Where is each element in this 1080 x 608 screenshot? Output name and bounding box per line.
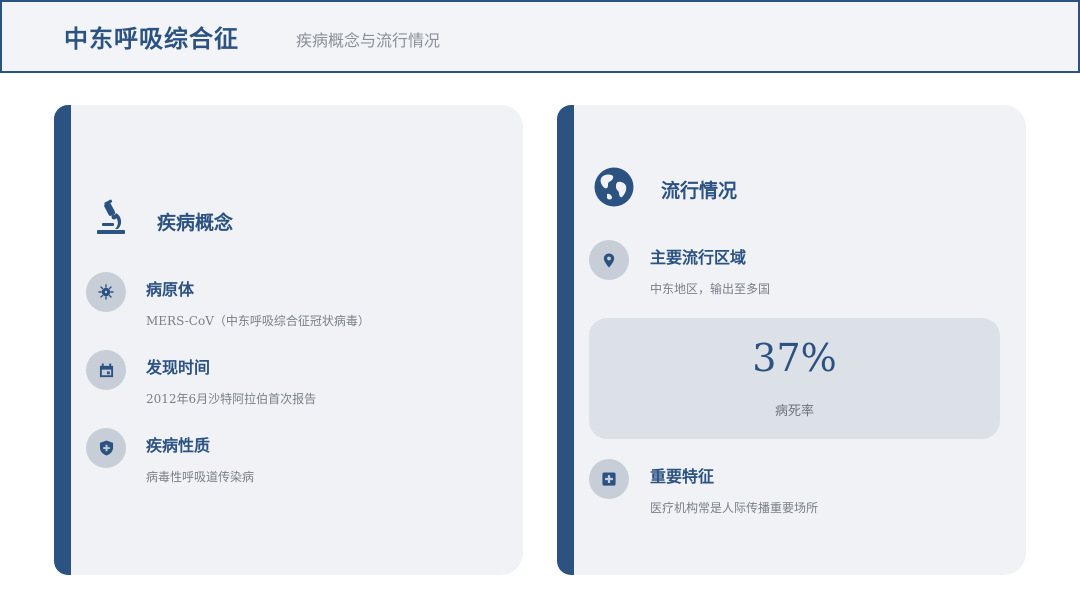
shield-icon (99, 440, 113, 456)
header-bar: 中东呼吸综合征 疾病概念与流行情况 (0, 0, 1080, 73)
pathogen-desc: MERS-CoV（中东呼吸综合征冠状病毒） (146, 314, 370, 328)
feature-desc: 医疗机构常是人际传播重要场所 (650, 501, 819, 515)
nature-icon-badge (86, 428, 126, 468)
card-accent-bar (54, 105, 71, 575)
page-title: 中东呼吸综合征 (64, 24, 239, 53)
mortality-rate-caption: 病死率 (774, 404, 814, 419)
calendar-icon (99, 362, 113, 377)
pathogen-icon-badge (86, 272, 126, 312)
section-title-epidemic: 流行情况 (661, 180, 738, 202)
region-label: 主要流行区域 (650, 248, 747, 267)
microscope-icon (97, 199, 125, 234)
discovery-icon-badge (86, 350, 126, 390)
section-title-concept: 疾病概念 (157, 212, 234, 234)
card-accent-bar (557, 105, 574, 575)
globe-icon (594, 167, 634, 207)
disease-concept-card: 疾病概念 病原体 MERS-CoV（中东呼吸综合征冠状病毒） 发现时间 2012… (54, 105, 523, 575)
region-desc: 中东地区，输出至多国 (650, 282, 771, 296)
location-pin-icon (603, 252, 615, 268)
page-subtitle: 疾病概念与流行情况 (296, 31, 441, 50)
discovery-time-desc: 2012年6月沙特阿拉伯首次报告 (146, 392, 317, 406)
pathogen-label: 病原体 (146, 280, 195, 299)
mortality-stat-box: 37% 病死率 (589, 318, 1000, 439)
feature-label: 重要特征 (650, 467, 715, 486)
virus-icon (98, 284, 114, 300)
nature-desc: 病毒性呼吸道传染病 (146, 470, 255, 484)
feature-icon-badge (589, 459, 629, 499)
medical-plus-icon (602, 472, 616, 486)
discovery-time-label: 发现时间 (146, 358, 211, 377)
epidemic-card: 流行情况 主要流行区域 中东地区，输出至多国 37% 病死率 重要特征 医疗机构… (557, 105, 1026, 575)
mortality-rate-value: 37% (752, 336, 837, 380)
nature-label: 疾病性质 (146, 436, 211, 455)
region-icon-badge (589, 240, 629, 280)
